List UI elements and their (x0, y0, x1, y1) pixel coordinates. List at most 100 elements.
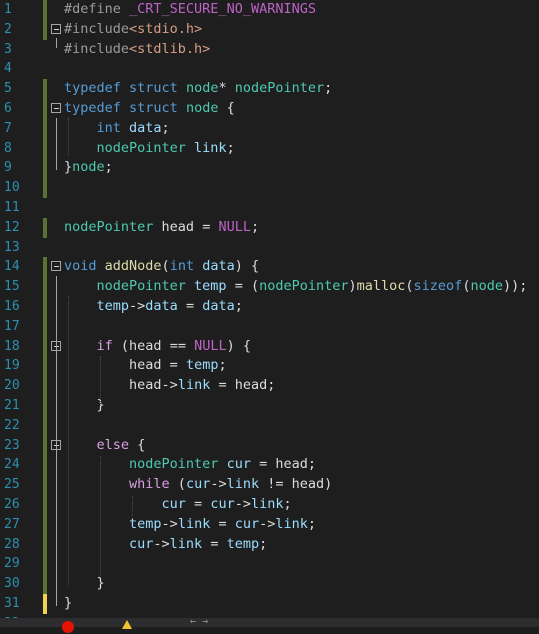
code-line[interactable]: 15 nodePointer temp = (nodePointer)mallo… (0, 277, 539, 297)
code-token: * (218, 80, 235, 97)
code-line[interactable]: 10 (0, 178, 539, 198)
code-token: = (218, 515, 235, 532)
code-line[interactable]: 12 nodePointer head = NULL; (0, 217, 539, 238)
code-line[interactable]: 9}node; (0, 158, 539, 179)
code-token: <stdio.h> (129, 20, 203, 37)
code-token: link (177, 515, 219, 532)
saved-change-marker (43, 316, 47, 337)
line-number: 19 (4, 358, 20, 374)
code-token: -> (234, 496, 251, 512)
line-number: 18 (4, 338, 20, 354)
line-number: 11 (4, 200, 20, 215)
code-token: head (161, 218, 203, 235)
line-number: 15 (4, 279, 20, 295)
code-token: { (137, 436, 146, 453)
code-token: link (177, 377, 219, 394)
code-line[interactable]: 11 (0, 198, 539, 218)
code-token: ( (161, 258, 170, 275)
code-line[interactable]: 24 nodePointer cur = head; (0, 455, 539, 476)
code-line[interactable]: 2 #include<stdio.h> (0, 19, 539, 40)
code-token: temp (194, 278, 235, 295)
code-token: malloc (356, 278, 406, 295)
code-line[interactable]: 22 (0, 415, 539, 436)
code-line[interactable]: 18 if (head == NULL) { (0, 336, 539, 357)
collapse-toggle-icon[interactable] (51, 103, 61, 113)
indent-guide (100, 356, 101, 404)
code-line[interactable]: 31} (0, 594, 539, 614)
code-text: head->link = head; (64, 376, 275, 396)
fold-line (56, 276, 57, 606)
code-token: data (202, 258, 235, 275)
code-line[interactable]: 7 int data; (0, 118, 539, 139)
code-token: sizeof (413, 278, 463, 295)
code-line[interactable]: 26 cur = cur->link; (0, 495, 539, 515)
navigation-arrows[interactable]: ← → (190, 617, 208, 627)
code-line[interactable]: 13 (0, 238, 539, 258)
saved-change-marker (43, 217, 47, 238)
code-line[interactable]: 19 head = temp; (0, 356, 539, 377)
line-number: 22 (4, 417, 20, 433)
code-token: != (267, 476, 292, 493)
saved-change-marker (43, 415, 47, 436)
code-line[interactable]: 30 } (0, 574, 539, 594)
code-token: ( (177, 476, 186, 493)
code-text: nodePointer link; (64, 139, 235, 159)
code-text: }node; (64, 158, 113, 178)
code-token: ; (307, 456, 316, 473)
collapse-toggle-icon[interactable] (51, 261, 61, 272)
line-number: 16 (4, 299, 20, 314)
line-number: 24 (4, 457, 20, 473)
code-token: int (64, 119, 130, 136)
code-line[interactable]: 4 (0, 59, 539, 79)
code-token: ; (104, 159, 113, 176)
code-text: #include<stdlib.h> (64, 40, 210, 60)
code-line[interactable]: 5 typedef struct node* nodePointer; (0, 79, 539, 99)
code-token: typedef (64, 80, 130, 97)
code-token: ( (120, 337, 130, 354)
code-line[interactable]: 17 (0, 316, 539, 337)
code-line[interactable]: 14 void addNode(int data) { (0, 257, 539, 278)
code-line[interactable]: 6 typedef struct node { (0, 99, 539, 119)
error-circle-icon[interactable] (62, 621, 74, 633)
code-token: = (259, 456, 276, 473)
code-token: else (64, 436, 138, 453)
code-token: int (169, 258, 203, 275)
code-token: nodePointer (259, 278, 349, 295)
code-token: node (185, 80, 219, 97)
code-token: struct (129, 100, 186, 116)
code-line[interactable]: 29 (0, 554, 539, 575)
code-token: typedef (64, 100, 130, 116)
code-token: <stdlib.h> (129, 40, 211, 57)
collapse-toggle-icon[interactable] (51, 23, 61, 34)
saved-change-marker (43, 455, 47, 476)
saved-change-marker (43, 19, 47, 40)
saved-change-marker (43, 574, 47, 594)
code-line[interactable]: 23 else { (0, 435, 539, 456)
code-token: cur (210, 496, 235, 512)
saved-change-marker (43, 0, 47, 20)
code-token: cur (185, 476, 211, 493)
code-line[interactable]: 16 temp->data = data; (0, 297, 539, 317)
code-line[interactable]: 8 nodePointer link; (0, 138, 539, 159)
code-line[interactable]: 3 #include<stdlib.h> (0, 40, 539, 60)
line-number: 3 (4, 41, 12, 57)
warning-triangle-icon[interactable] (122, 620, 132, 629)
code-token: = (169, 357, 186, 374)
code-token: node (470, 278, 503, 295)
code-line[interactable]: 27 temp->link = cur->link; (0, 514, 539, 535)
code-text: else { (64, 436, 146, 456)
code-line[interactable]: 21 } (0, 396, 539, 416)
code-token: = (185, 298, 203, 314)
code-line[interactable]: 20 head->link = head; (0, 376, 539, 396)
code-token: ; (226, 139, 235, 156)
saved-change-marker (43, 495, 47, 515)
code-token: ( (405, 278, 414, 295)
code-text: while (cur->link != head) (64, 475, 332, 495)
code-text: cur->link = temp; (64, 535, 267, 555)
code-token: ; (324, 80, 333, 97)
saved-change-marker (43, 158, 47, 179)
code-token: ; (161, 119, 170, 136)
code-line[interactable]: 25 while (cur->link != head) (0, 475, 539, 495)
code-line[interactable]: 1 #define _CRT_SECURE_NO_WARNINGS (0, 0, 539, 20)
code-line[interactable]: 28 cur->link = temp; (0, 534, 539, 555)
